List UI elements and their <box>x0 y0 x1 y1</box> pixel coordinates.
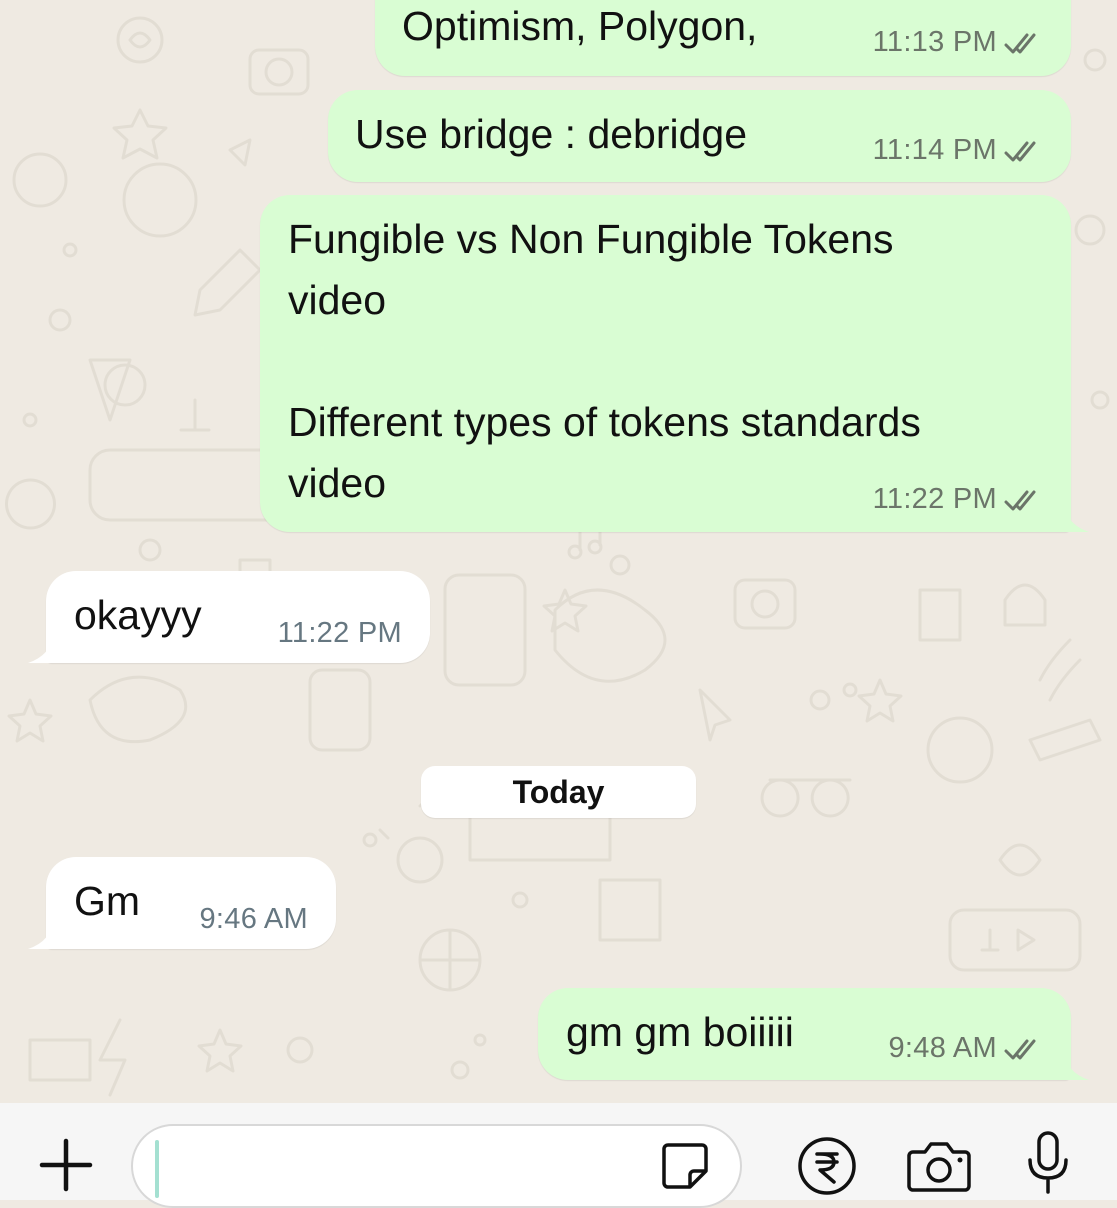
message-text: Gm <box>74 878 141 924</box>
outgoing-message[interactable]: gm gm boiiiii 9:48 AM <box>538 988 1089 1080</box>
bubble-tail <box>1063 1048 1089 1080</box>
sticker-icon[interactable] <box>655 1136 715 1196</box>
message-meta: 9:46 AM <box>200 903 309 936</box>
message-meta: 11:13 PM <box>873 26 1043 59</box>
bubble-tail <box>1063 500 1089 532</box>
message-meta: 11:14 PM <box>873 134 1043 167</box>
message-time: 9:46 AM <box>199 903 308 935</box>
message-text: Fungible vs Non Fungible Tokens video Di… <box>288 216 921 506</box>
message-input[interactable] <box>131 1124 742 1208</box>
double-check-icon <box>1004 1039 1036 1059</box>
message-text: Optimism, Polygon, <box>402 3 758 49</box>
incoming-message[interactable]: okayyy 11:22 PM <box>28 571 430 663</box>
rupee-payment-icon[interactable] <box>795 1134 859 1198</box>
outgoing-message[interactable]: Fungible vs Non Fungible Tokens video Di… <box>260 195 1089 532</box>
double-check-icon <box>1004 490 1036 510</box>
message-meta: 11:22 PM <box>873 483 1043 516</box>
bubble-tail <box>28 631 54 663</box>
message-time: 9:48 AM <box>888 1032 997 1064</box>
message-meta: 11:22 PM <box>278 617 402 650</box>
microphone-icon[interactable] <box>1020 1128 1076 1198</box>
double-check-icon <box>1004 141 1036 161</box>
double-check-icon <box>1004 33 1036 53</box>
incoming-message[interactable]: Gm 9:46 AM <box>28 857 336 949</box>
message-time: 11:14 PM <box>872 134 997 166</box>
date-separator: Today <box>421 766 696 818</box>
plus-icon[interactable] <box>36 1135 96 1195</box>
message-text: Use bridge : debridge <box>355 111 748 157</box>
bubble-tail <box>28 917 54 949</box>
chat-area[interactable]: Optimism, Polygon, 11:13 PM Use bridge :… <box>0 0 1117 1103</box>
outgoing-message[interactable]: Optimism, Polygon, 11:13 PM <box>375 0 1071 76</box>
message-time: 11:13 PM <box>872 26 997 58</box>
message-time: 11:22 PM <box>872 483 997 515</box>
text-caret <box>155 1140 159 1198</box>
camera-icon[interactable] <box>904 1136 974 1196</box>
message-time: 11:22 PM <box>277 617 402 649</box>
message-meta: 9:48 AM <box>889 1032 1044 1065</box>
message-text: gm gm boiiiii <box>566 1009 794 1055</box>
message-text: okayyy <box>74 592 202 638</box>
outgoing-message[interactable]: Use bridge : debridge 11:14 PM <box>328 90 1071 182</box>
